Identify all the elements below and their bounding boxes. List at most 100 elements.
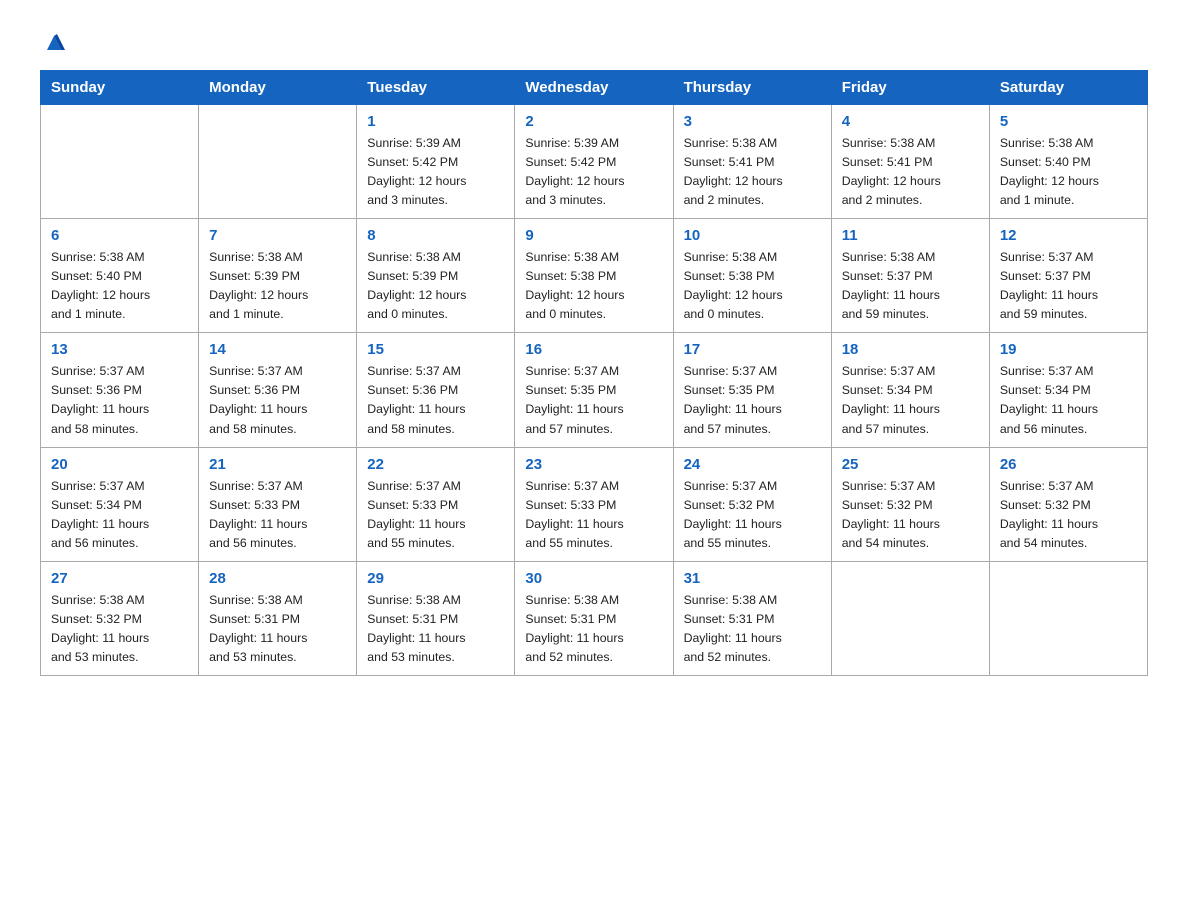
day-info: Sunrise: 5:37 AMSunset: 5:34 PMDaylight:… bbox=[842, 362, 979, 438]
day-number: 18 bbox=[842, 341, 979, 358]
table-row bbox=[831, 561, 989, 675]
table-row bbox=[41, 105, 199, 219]
day-number: 14 bbox=[209, 341, 346, 358]
day-info: Sunrise: 5:37 AMSunset: 5:34 PMDaylight:… bbox=[51, 477, 188, 553]
day-number: 22 bbox=[367, 456, 504, 473]
table-row: 14Sunrise: 5:37 AMSunset: 5:36 PMDayligh… bbox=[199, 333, 357, 447]
day-info: Sunrise: 5:38 AMSunset: 5:39 PMDaylight:… bbox=[209, 248, 346, 324]
logo-triangle-icon bbox=[43, 32, 65, 54]
day-number: 12 bbox=[1000, 227, 1137, 244]
day-number: 23 bbox=[525, 456, 662, 473]
day-number: 24 bbox=[684, 456, 821, 473]
calendar-week-row: 6 Sunrise: 5:38 AMSunset: 5:40 PMDaylight… bbox=[41, 219, 1148, 333]
day-info: Sunrise: 5:37 AMSunset: 5:37 PMDaylight:… bbox=[1000, 248, 1137, 324]
table-row: 29 Sunrise: 5:38 AMSunset: 5:31 PMDayligh… bbox=[357, 561, 515, 675]
table-row: 15 Sunrise: 5:37 AMSunset: 5:36 PMDayligh… bbox=[357, 333, 515, 447]
day-info: Sunrise: 5:37 AMSunset: 5:33 PMDaylight:… bbox=[209, 477, 346, 553]
day-info: Sunrise: 5:37 AMSunset: 5:35 PMDaylight:… bbox=[684, 362, 821, 438]
day-number: 31 bbox=[684, 570, 821, 587]
table-row bbox=[199, 105, 357, 219]
table-row: 23 Sunrise: 5:37 AMSunset: 5:33 PMDayligh… bbox=[515, 447, 673, 561]
day-info: Sunrise: 5:37 AMSunset: 5:32 PMDaylight:… bbox=[684, 477, 821, 553]
day-number: 3 bbox=[684, 113, 821, 130]
day-info: Sunrise: 5:38 AMSunset: 5:39 PMDaylight:… bbox=[367, 248, 504, 324]
col-thursday: Thursday bbox=[673, 71, 831, 105]
calendar-week-row: 27Sunrise: 5:38 AMSunset: 5:32 PMDayligh… bbox=[41, 561, 1148, 675]
day-number: 15 bbox=[367, 341, 504, 358]
day-info: Sunrise: 5:39 AMSunset: 5:42 PMDaylight:… bbox=[525, 134, 662, 210]
day-number: 16 bbox=[525, 341, 662, 358]
day-number: 5 bbox=[1000, 113, 1137, 130]
day-number: 2 bbox=[525, 113, 662, 130]
day-number: 10 bbox=[684, 227, 821, 244]
col-monday: Monday bbox=[199, 71, 357, 105]
day-info: Sunrise: 5:37 AMSunset: 5:33 PMDaylight:… bbox=[525, 477, 662, 553]
table-row: 12 Sunrise: 5:37 AMSunset: 5:37 PMDayligh… bbox=[989, 219, 1147, 333]
table-row: 2 Sunrise: 5:39 AMSunset: 5:42 PMDaylight… bbox=[515, 105, 673, 219]
day-number: 25 bbox=[842, 456, 979, 473]
day-info: Sunrise: 5:38 AMSunset: 5:38 PMDaylight:… bbox=[525, 248, 662, 324]
day-info: Sunrise: 5:38 AMSunset: 5:37 PMDaylight:… bbox=[842, 248, 979, 324]
col-friday: Friday bbox=[831, 71, 989, 105]
table-row: 1Sunrise: 5:39 AMSunset: 5:42 PMDaylight… bbox=[357, 105, 515, 219]
table-row: 18 Sunrise: 5:37 AMSunset: 5:34 PMDayligh… bbox=[831, 333, 989, 447]
table-row: 4Sunrise: 5:38 AMSunset: 5:41 PMDaylight… bbox=[831, 105, 989, 219]
table-row: 17 Sunrise: 5:37 AMSunset: 5:35 PMDayligh… bbox=[673, 333, 831, 447]
table-row: 11 Sunrise: 5:38 AMSunset: 5:37 PMDayligh… bbox=[831, 219, 989, 333]
col-wednesday: Wednesday bbox=[515, 71, 673, 105]
table-row: 3 Sunrise: 5:38 AMSunset: 5:41 PMDaylight… bbox=[673, 105, 831, 219]
calendar-body: 1 Sunrise: 5:39 AMSunset: 5:42 PMDaylight… bbox=[41, 105, 1148, 676]
day-number: 30 bbox=[525, 570, 662, 587]
calendar-week-row: 20 Sunrise: 5:37 AMSunset: 5:34 PMDayligh… bbox=[41, 447, 1148, 561]
day-info: Sunrise: 5:37 AMSunset: 5:35 PMDaylight:… bbox=[525, 362, 662, 438]
day-info: Sunrise: 5:37 AMSunset: 5:36 PMDaylight:… bbox=[51, 362, 188, 438]
day-number: 26 bbox=[1000, 456, 1137, 473]
table-row: 22 Sunrise: 5:37 AMSunset: 5:33 PMDayligh… bbox=[357, 447, 515, 561]
table-row: 30 Sunrise: 5:38 AMSunset: 5:31 PMDayligh… bbox=[515, 561, 673, 675]
day-number: 13 bbox=[51, 341, 188, 358]
table-row: 8 Sunrise: 5:38 AMSunset: 5:39 PMDaylight… bbox=[357, 219, 515, 333]
day-info: Sunrise: 5:38 AMSunset: 5:31 PMDaylight:… bbox=[525, 591, 662, 667]
calendar-week-row: 1 Sunrise: 5:39 AMSunset: 5:42 PMDaylight… bbox=[41, 105, 1148, 219]
day-number: 20 bbox=[51, 456, 188, 473]
day-number: 7 bbox=[209, 227, 346, 244]
col-sunday: Sunday bbox=[41, 71, 199, 105]
day-info: Sunrise: 5:38 AMSunset: 5:41 PMDaylight:… bbox=[684, 134, 821, 210]
table-row: 7 Sunrise: 5:38 AMSunset: 5:39 PMDaylight… bbox=[199, 219, 357, 333]
calendar-week-row: 13 Sunrise: 5:37 AMSunset: 5:36 PMDayligh… bbox=[41, 333, 1148, 447]
day-number: 8 bbox=[367, 227, 504, 244]
table-row: 10 Sunrise: 5:38 AMSunset: 5:38 PMDayligh… bbox=[673, 219, 831, 333]
table-row: 16 Sunrise: 5:37 AMSunset: 5:35 PMDayligh… bbox=[515, 333, 673, 447]
day-number: 1 bbox=[367, 113, 504, 130]
table-row: 9 Sunrise: 5:38 AMSunset: 5:38 PMDaylight… bbox=[515, 219, 673, 333]
table-row: 26 Sunrise: 5:37 AMSunset: 5:32 PMDayligh… bbox=[989, 447, 1147, 561]
table-row: 19Sunrise: 5:37 AMSunset: 5:34 PMDayligh… bbox=[989, 333, 1147, 447]
day-info: Sunrise: 5:37 AMSunset: 5:36 PMDaylight:… bbox=[367, 362, 504, 438]
day-info: Sunrise: 5:38 AMSunset: 5:31 PMDaylight:… bbox=[367, 591, 504, 667]
day-info: Sunrise: 5:38 AMSunset: 5:38 PMDaylight:… bbox=[684, 248, 821, 324]
table-row: 27Sunrise: 5:38 AMSunset: 5:32 PMDayligh… bbox=[41, 561, 199, 675]
day-number: 17 bbox=[684, 341, 821, 358]
day-info: Sunrise: 5:38 AMSunset: 5:40 PMDaylight:… bbox=[51, 248, 188, 324]
day-info: Sunrise: 5:38 AMSunset: 5:32 PMDaylight:… bbox=[51, 591, 188, 667]
day-number: 11 bbox=[842, 227, 979, 244]
day-number: 28 bbox=[209, 570, 346, 587]
table-row: 25Sunrise: 5:37 AMSunset: 5:32 PMDayligh… bbox=[831, 447, 989, 561]
page-header bbox=[40, 30, 1148, 54]
day-number: 6 bbox=[51, 227, 188, 244]
day-number: 29 bbox=[367, 570, 504, 587]
col-tuesday: Tuesday bbox=[357, 71, 515, 105]
table-row: 5Sunrise: 5:38 AMSunset: 5:40 PMDaylight… bbox=[989, 105, 1147, 219]
day-info: Sunrise: 5:37 AMSunset: 5:32 PMDaylight:… bbox=[1000, 477, 1137, 553]
day-number: 9 bbox=[525, 227, 662, 244]
calendar-table: Sunday Monday Tuesday Wednesday Thursday… bbox=[40, 70, 1148, 676]
day-info: Sunrise: 5:38 AMSunset: 5:31 PMDaylight:… bbox=[209, 591, 346, 667]
header-row: Sunday Monday Tuesday Wednesday Thursday… bbox=[41, 71, 1148, 105]
table-row: 6 Sunrise: 5:38 AMSunset: 5:40 PMDaylight… bbox=[41, 219, 199, 333]
col-saturday: Saturday bbox=[989, 71, 1147, 105]
table-row: 21Sunrise: 5:37 AMSunset: 5:33 PMDayligh… bbox=[199, 447, 357, 561]
day-number: 4 bbox=[842, 113, 979, 130]
day-info: Sunrise: 5:37 AMSunset: 5:34 PMDaylight:… bbox=[1000, 362, 1137, 438]
table-row: 13 Sunrise: 5:37 AMSunset: 5:36 PMDayligh… bbox=[41, 333, 199, 447]
day-info: Sunrise: 5:37 AMSunset: 5:33 PMDaylight:… bbox=[367, 477, 504, 553]
